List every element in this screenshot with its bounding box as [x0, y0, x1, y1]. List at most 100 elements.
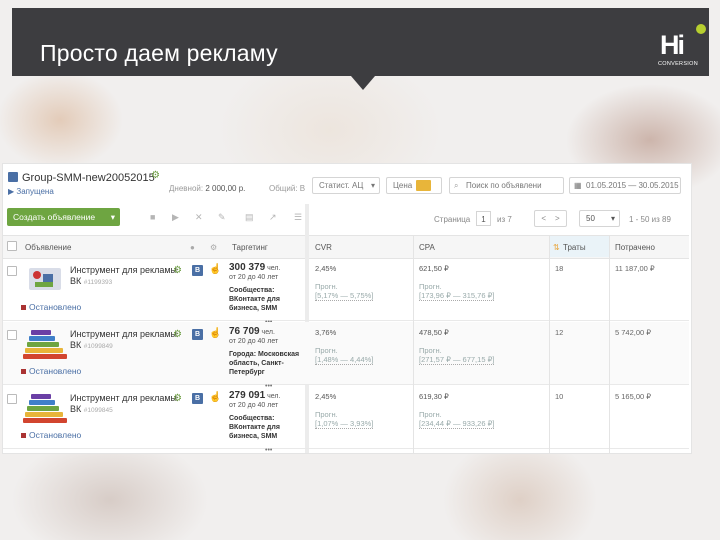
ad-settings-icon[interactable]: ⚙	[173, 265, 182, 276]
ad-title[interactable]: Инструмент для рекламы ВК #1199393	[70, 265, 180, 288]
info-icon: ●	[190, 243, 195, 252]
column-header-cpa[interactable]: CPA	[419, 243, 435, 252]
ad-status[interactable]: Остановлено	[21, 430, 81, 440]
edit-gear-icon[interactable]: ⚙	[151, 170, 160, 181]
play-icon[interactable]: ▶	[172, 212, 179, 223]
price-select-label: Цена	[393, 181, 413, 190]
ad-id: #1099849	[83, 343, 113, 350]
table-row[interactable]: Инструмент для рекламы ВК #1099845 Остан…	[3, 386, 689, 454]
chevron-down-icon: ▾	[110, 212, 115, 222]
search-placeholder: Поиск по объявлени	[466, 181, 542, 190]
column-header-reach[interactable]: Таргетинг	[232, 243, 268, 252]
row-checkbox[interactable]	[7, 266, 17, 276]
ad-status[interactable]: Остановлено	[21, 302, 81, 312]
create-ad-button[interactable]: Создать объявление ▾	[7, 208, 120, 226]
edit-icon[interactable]: ✎	[218, 212, 226, 223]
cpa-value: 478,50 ₽	[419, 328, 449, 337]
header-pointer-icon	[351, 76, 375, 90]
stats-select[interactable]: Статист. АЦ ▾	[312, 177, 380, 194]
spent-value: 12	[555, 328, 564, 337]
select-all-checkbox[interactable]	[7, 241, 17, 251]
reach-age: от 20 до 40 лет	[229, 274, 279, 281]
table-row[interactable]: Инструмент для рекламы ВК #1099849 Остан…	[3, 322, 689, 390]
price-tag-icon	[416, 180, 432, 192]
ad-thumbnail	[23, 326, 67, 360]
campaign-status[interactable]: ▶ Запущена	[8, 187, 54, 196]
per-page-select[interactable]: 50 ▾	[579, 210, 620, 227]
chevron-down-icon: ▾	[610, 214, 615, 223]
chevron-down-icon: ▾	[370, 181, 375, 190]
column-divider	[609, 235, 610, 453]
table-header-left: Объявление ● ⚙ Таргетинг	[3, 235, 305, 259]
create-ad-label: Создать объявление	[13, 212, 96, 222]
cpa-forecast-range: [173,96 ₽ — 315,76 ₽]	[419, 291, 495, 301]
total-budget: Общий: В	[269, 184, 305, 193]
row-checkbox[interactable]	[7, 394, 17, 404]
column-divider	[413, 235, 414, 453]
more-icon[interactable]: •••	[265, 446, 272, 453]
cpa-cell: 478,50 ₽ Прогн. [271,57 ₽ — 677,15 ₽]	[419, 328, 495, 365]
column-header-ctr[interactable]: CVR	[315, 243, 332, 252]
ctr-cell: 2,45% Прогн. [5,17% — 5,75%]	[315, 264, 374, 301]
like-icon: ☝	[209, 392, 222, 403]
stats-select-value: Статист. АЦ	[319, 181, 364, 190]
prev-page-button[interactable]: <	[541, 214, 546, 223]
reach-age: от 20 до 40 лет	[229, 402, 279, 409]
spent-value: 18	[555, 264, 564, 273]
ad-id: #1099845	[83, 407, 113, 414]
reach-value: 76 709	[229, 326, 260, 337]
ctr-value: 2,45%	[315, 392, 337, 401]
ctr-forecast-range: [1,07% — 3,93%]	[315, 419, 374, 429]
logo-dot-icon	[696, 24, 706, 34]
price-select[interactable]: Цена	[386, 177, 442, 194]
total-budget-label: Общий: В	[269, 184, 306, 193]
page-total: из 7	[497, 215, 512, 224]
chart-icon[interactable]: ▤	[245, 212, 254, 223]
delete-icon[interactable]: ✕	[195, 212, 203, 223]
export-icon[interactable]: ↗	[269, 212, 277, 223]
stop-icon[interactable]: ■	[150, 212, 155, 222]
stopped-icon	[21, 369, 26, 375]
column-header-total[interactable]: Потрачено	[615, 243, 655, 252]
cpa-forecast-label: Прогн.	[419, 346, 442, 355]
audience-text: Города: Московская область, Санкт-Петерб…	[229, 351, 300, 376]
search-input[interactable]: ⌕ Поиск по объявлени	[449, 177, 564, 194]
stopped-icon	[21, 305, 26, 311]
ad-title[interactable]: Инструмент для рекламы ВК #1099845	[70, 393, 180, 416]
cpa-value: 621,50 ₽	[419, 264, 449, 273]
logo-text: Hi	[660, 30, 685, 60]
audience-text: Сообщества: ВКонтакте для бизнеса, SMM	[229, 415, 280, 440]
reach-age: от 20 до 40 лет	[229, 338, 279, 345]
page-number-input[interactable]: 1	[476, 211, 491, 226]
column-header-ad[interactable]: Объявление	[25, 243, 71, 252]
vk-icon: B	[192, 265, 203, 276]
daily-budget-label: Дневной:	[169, 184, 204, 193]
audience-text: Сообщества: ВКонтакте для бизнеса, SMM	[229, 287, 280, 312]
row-checkbox[interactable]	[7, 330, 17, 340]
column-header-spent[interactable]: Траты	[563, 243, 586, 252]
table-row[interactable]: Инструмент для рекламы ВК #1199393 Остан…	[3, 258, 689, 326]
date-range-picker[interactable]: ▦ 01.05.2015 — 30.05.2015	[569, 177, 681, 194]
total-spent-value: 5 165,00 ₽	[615, 392, 652, 401]
stopped-icon	[21, 433, 26, 439]
next-page-button[interactable]: >	[555, 214, 560, 223]
ctr-forecast-label: Прогн.	[315, 346, 338, 355]
reach-cell: 279 091 чел. от 20 до 40 лет Сообщества:…	[229, 391, 305, 454]
results-range: 1 - 50 из 89	[629, 215, 671, 224]
reach-unit: чел.	[261, 329, 275, 336]
cpa-cell: 621,50 ₽ Прогн. [173,96 ₽ — 315,76 ₽]	[419, 264, 495, 301]
daily-budget-value: 2 000,00 р.	[205, 184, 246, 193]
reach-value: 300 379	[229, 262, 266, 273]
ad-title[interactable]: Инструмент для рекламы ВК #1099849	[70, 329, 180, 352]
like-icon: ☝	[209, 328, 222, 339]
slide-title: Просто даем рекламу	[40, 40, 278, 66]
like-icon: ☝	[209, 264, 222, 275]
vk-icon: B	[192, 393, 203, 404]
calendar-icon: ▦	[574, 181, 582, 190]
vk-icon: B	[192, 329, 203, 340]
cpa-value: 619,30 ₽	[419, 392, 449, 401]
ad-settings-icon[interactable]: ⚙	[173, 329, 182, 340]
ad-status[interactable]: Остановлено	[21, 366, 81, 376]
columns-icon[interactable]: ☰	[294, 212, 302, 223]
ad-settings-icon[interactable]: ⚙	[173, 393, 182, 404]
